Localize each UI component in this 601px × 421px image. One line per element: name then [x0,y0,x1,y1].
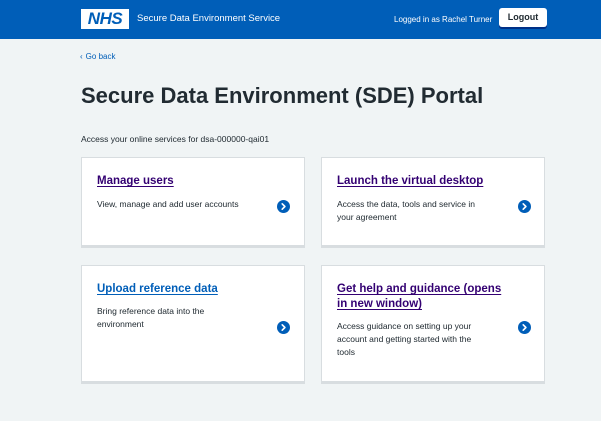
arrow-right-circle-icon[interactable] [518,321,531,334]
get-help-and-guidance-link[interactable]: Get help and guidance (opens in new wind… [337,282,501,312]
logged-in-user: Logged in as Rachel Turner [394,15,493,24]
chevron-left-icon: ‹ [80,52,83,61]
arrow-right-circle-icon[interactable] [518,200,531,213]
card-manage-users[interactable]: Manage users View, manage and add user a… [81,157,305,246]
card-description: Access the data, tools and service in yo… [337,199,475,222]
card-get-help-and-guidance[interactable]: Get help and guidance (opens in new wind… [321,265,545,382]
manage-users-link[interactable]: Manage users [97,174,174,189]
nhs-logo[interactable]: NHS [81,9,129,29]
card-upload-reference-data[interactable]: Upload reference data Bring reference da… [81,265,305,382]
upload-reference-data-link[interactable]: Upload reference data [97,282,218,297]
card-description: View, manage and add user accounts [97,199,239,209]
logout-button[interactable]: Logout [499,8,547,27]
card-launch-virtual-desktop[interactable]: Launch the virtual desktop Access the da… [321,157,545,246]
card-description: Access guidance on setting up your accou… [337,321,472,357]
go-back-link[interactable]: ‹ Go back [80,51,115,62]
arrow-right-circle-icon[interactable] [277,200,290,213]
page-title: Secure Data Environment (SDE) Portal [81,83,484,108]
intro-text: Access your online services for dsa-0000… [81,134,270,144]
arrow-right-circle-icon[interactable] [277,321,290,334]
card-description: Bring reference data into the environmen… [97,306,205,329]
go-back-label: Go back [85,52,116,61]
service-name[interactable]: Secure Data Environment Service [137,13,280,25]
site-header: NHS Secure Data Environment Service Logg… [0,0,601,39]
launch-virtual-desktop-link[interactable]: Launch the virtual desktop [337,174,483,189]
